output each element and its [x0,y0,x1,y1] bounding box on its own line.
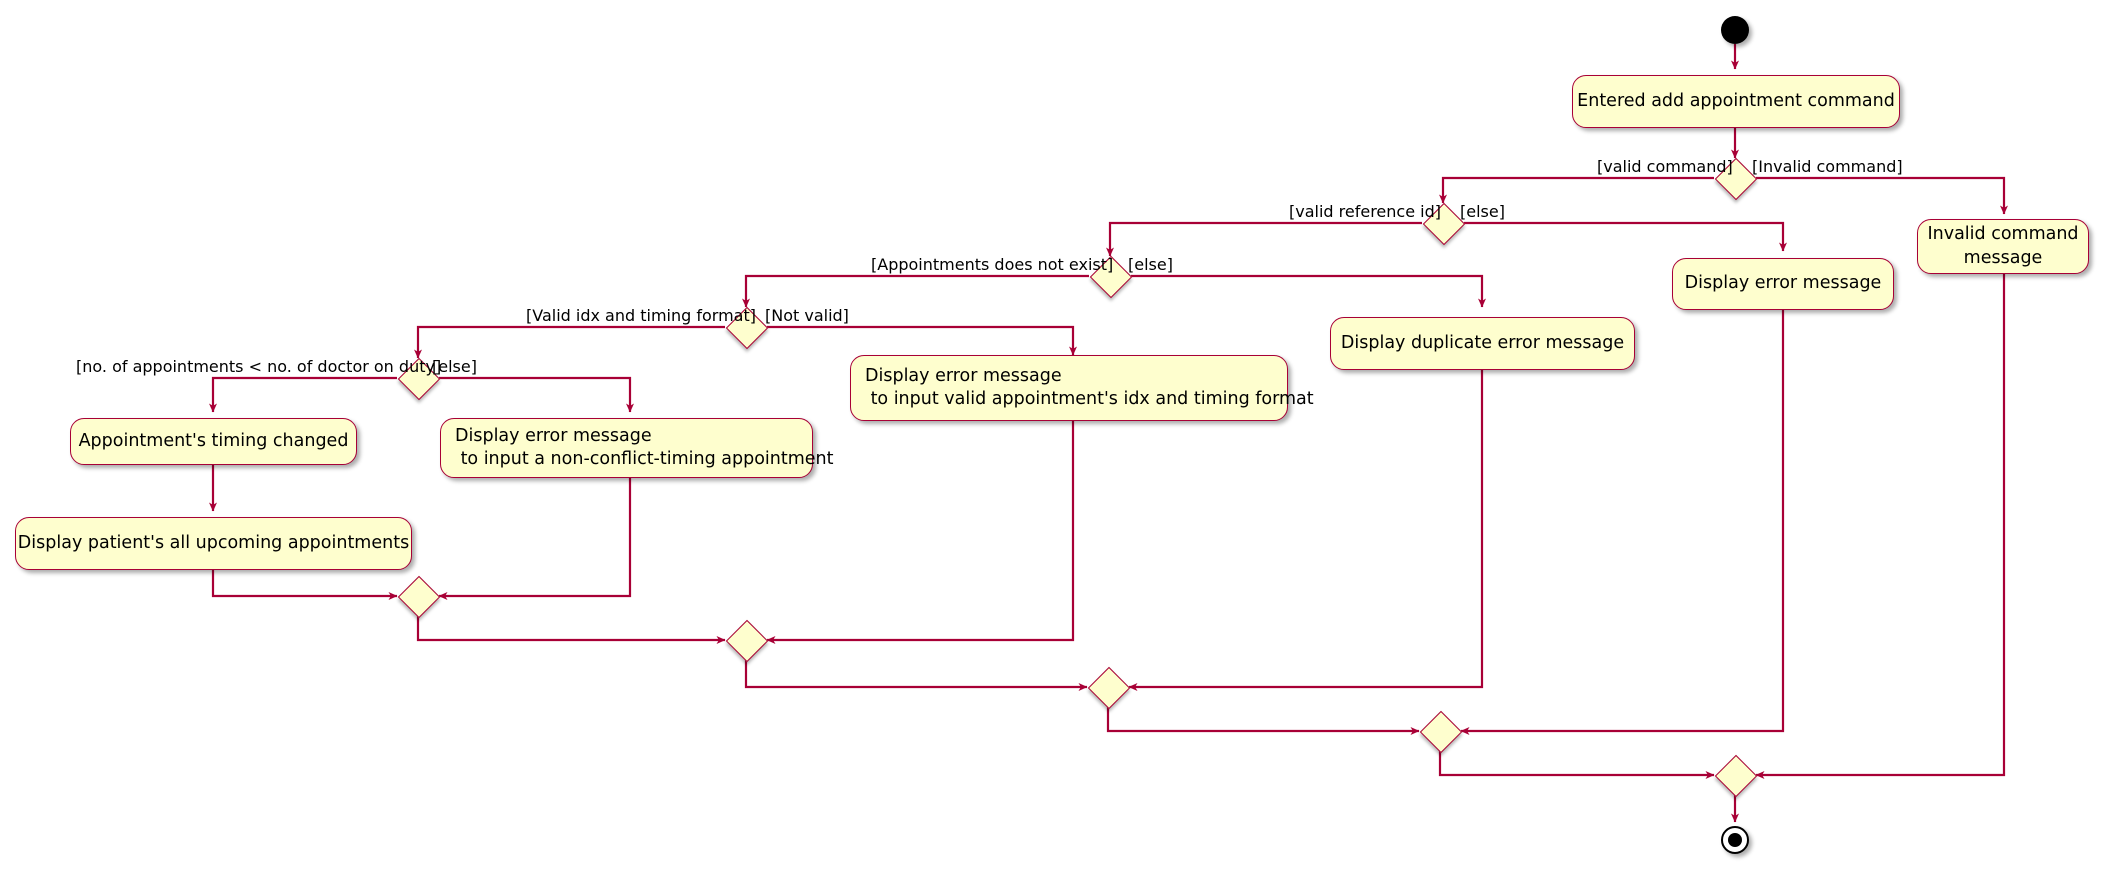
edge-d5-lt-to-a2 [209,376,397,413]
activity-label-line-2: to input a non-conflict-timing appointme… [455,449,834,469]
guard-label-else-reference: [else] [1460,202,1505,221]
activity-label: Display patient's all upcoming appointme… [17,532,410,553]
guard-label-valid-command: [valid command] [1597,157,1733,176]
edge-m1-to-m2 [416,616,726,644]
edge-d1-invalid-to-a8 [1756,176,2008,215]
edge-a7-to-m4 [1460,310,1785,735]
activity-diagram-canvas: Entered add appointment command [valid c… [0,0,2103,873]
guard-label-appointments-not-exist: [Appointments does not exist] [871,255,1114,274]
edge-d2-valid-to-d3 [1106,221,1422,257]
edge-m2-to-m3 [744,660,1088,691]
edge-m4-to-m5 [1438,751,1715,779]
edge-d3-else-to-a6 [1131,274,1486,308]
activity-display-error-nonconflict-timing[interactable]: Display error message to input a non-con… [440,418,834,478]
guard-label-else-doctors: [else] [432,357,477,376]
edge-d5-else-to-a4 [439,376,634,413]
final-node [1721,826,1749,854]
edge-a4-to-m1 [438,478,632,600]
edge-d1-valid-to-d2 [1439,176,1714,204]
activity-label-line-2: to input valid appointment's idx and tim… [865,389,1314,409]
activity-label-line-1: Display error message [865,365,1062,386]
guard-label-invalid-command: [Invalid command] [1752,157,1903,176]
activity-label: Display error message [1684,273,1882,294]
guard-label-else-appointments: [else] [1128,255,1173,274]
activity-entered-add-appointment-command[interactable]: Entered add appointment command [1572,75,1900,128]
activity-label: Appointment's timing changed [78,430,349,451]
guard-label-not-valid: [Not valid] [765,306,849,325]
guard-label-valid-idx-timing: [Valid idx and timing format] [526,306,756,325]
activity-display-duplicate-error-message[interactable]: Display duplicate error message [1330,317,1635,370]
activity-label: Entered add appointment command [1577,90,1895,111]
activity-label: Display duplicate error message [1340,332,1625,353]
guard-label-valid-reference-id: [valid reference id] [1289,202,1441,221]
initial-node [1721,16,1749,44]
activity-invalid-command-message[interactable]: Invalid command message [1917,219,2089,274]
activity-label-line-1: Display error message [455,425,652,446]
activity-label-line-1: Invalid command [1927,224,2079,245]
edge-d2-else-to-a7 [1464,221,1787,252]
activity-display-all-upcoming-appointments[interactable]: Display patient's all upcoming appointme… [15,517,412,570]
edge-a8-to-m5 [1755,274,2006,779]
activity-label-line-2: message [1963,247,2043,268]
edge-d4-valid-to-d5 [414,325,725,359]
activity-display-error-message[interactable]: Display error message [1672,258,1894,310]
activity-appointments-timing-changed[interactable]: Appointment's timing changed [70,418,357,465]
edge-m3-to-m4 [1106,707,1420,735]
guard-label-appointments-lt-doctors: [no. of appointments < no. of doctor on … [76,357,442,376]
activity-display-error-idx-timing-format[interactable]: Display error message to input valid app… [850,355,1314,421]
edge-a3-to-m1 [211,570,398,600]
edge-d4-notvalid-to-a5 [767,325,1077,356]
edge-d3-notexist-to-d4 [742,274,1089,308]
